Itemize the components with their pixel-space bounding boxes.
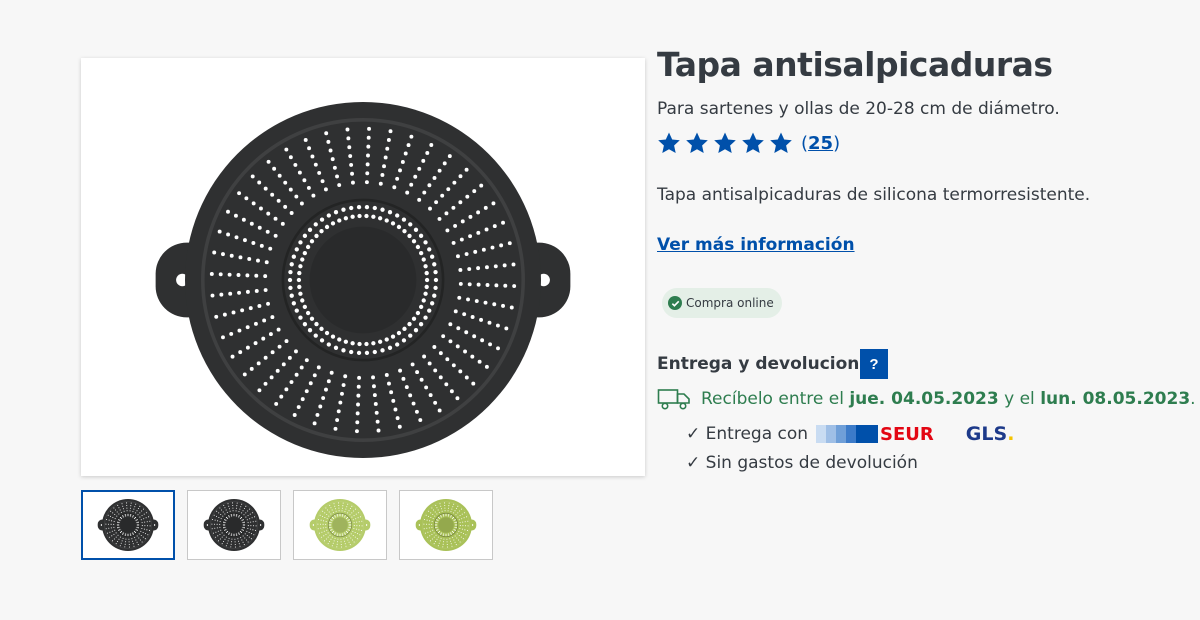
star-icon xyxy=(658,132,680,153)
main-product-image[interactable] xyxy=(81,58,645,476)
product-subtitle: Para sartenes y ollas de 20-28 cm de diá… xyxy=(657,99,1060,119)
delivery-prefix: Recíbelo entre el xyxy=(701,389,844,409)
delivery-estimate: Recíbelo entre el jue. 04.05.2023 y el l… xyxy=(657,387,1196,411)
gls-logo: GLS. xyxy=(966,423,1015,445)
gls-name: GLS xyxy=(965,423,1008,445)
delivery-date-to: lun. 08.05.2023 xyxy=(1040,389,1191,409)
splatter-guard-image xyxy=(155,102,571,458)
shipping-label: Entrega con xyxy=(705,424,809,444)
returns-row: ✓ Sin gastos de devolución xyxy=(686,453,918,473)
truck-icon xyxy=(657,389,690,410)
online-purchase-badge: Compra online xyxy=(662,288,782,318)
star-icon xyxy=(686,132,708,153)
product-title: Tapa antisalpicaduras xyxy=(657,45,1053,84)
check-circle-icon xyxy=(668,296,682,310)
thumbnail-1[interactable] xyxy=(81,490,175,560)
star-icon xyxy=(770,132,792,153)
shipping-carriers-row: ✓ Entrega con SEUR GLS. xyxy=(686,423,1014,445)
delivery-title: Entrega y devoluciones: xyxy=(657,354,888,374)
seur-name: SEUR xyxy=(880,423,934,445)
rating-stars xyxy=(657,131,797,155)
check-icon: ✓ xyxy=(686,453,701,473)
more-info-link[interactable]: Ver más información xyxy=(657,235,855,255)
delivery-date-from: jue. 04.05.2023 xyxy=(849,389,999,409)
star-icon xyxy=(742,132,764,153)
delivery-end: . xyxy=(1190,389,1196,409)
delivery-help-button[interactable]: ? xyxy=(860,349,888,379)
star-icon xyxy=(714,132,736,153)
review-count: (25) xyxy=(801,132,841,154)
review-count-link[interactable]: 25 xyxy=(808,133,833,154)
product-description: Tapa antisalpicaduras de silicona termor… xyxy=(657,185,1091,205)
check-icon: ✓ xyxy=(686,424,701,444)
thumbnail-3[interactable] xyxy=(293,490,387,560)
badge-label: Compra online xyxy=(686,296,774,310)
thumbnail-4[interactable] xyxy=(399,490,493,560)
returns-label: Sin gastos de devolución xyxy=(705,453,918,473)
seur-logo: SEUR xyxy=(816,424,934,445)
rating[interactable]: (25) xyxy=(657,131,840,155)
delivery-middle: y el xyxy=(1004,389,1035,409)
thumbnail-2[interactable] xyxy=(187,490,281,560)
gls-dot: . xyxy=(1007,423,1015,445)
